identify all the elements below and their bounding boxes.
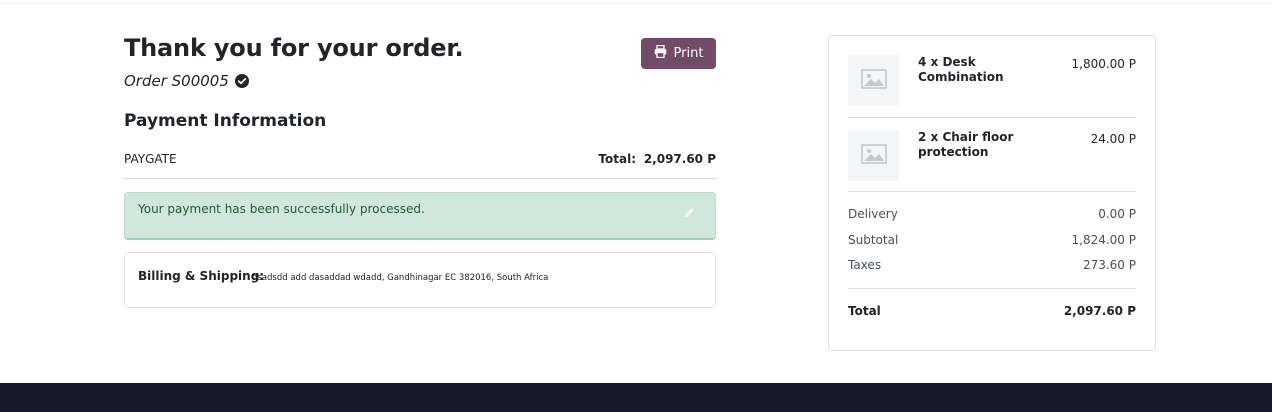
delivery-row: Delivery 0.00 P [848,207,1136,223]
product-thumbnail [848,130,899,181]
delivery-value: 0.00 P [1098,207,1136,221]
payment-success-message: Your payment has been successfully proce… [138,202,425,216]
delivery-label: Delivery [848,207,898,221]
subtotal-label: Subtotal [848,233,899,247]
taxes-value: 273.60 P [1082,258,1136,272]
billing-shipping-label: Billing & Shipping: [138,269,265,283]
taxes-label: Taxes [848,258,882,272]
pencil-icon[interactable] [684,203,695,217]
image-placeholder-icon [860,143,887,169]
payment-section-title: Payment Information [124,111,327,131]
payment-row: PAYGATE Total: 2,097.60 P [124,142,716,179]
footer [0,383,1272,412]
total-label: Total [848,304,881,318]
order-line-item: 4 x Desk Combination 1,800.00 P [848,55,1136,111]
taxes-row: Taxes 273.60 P [848,258,1136,274]
divider [848,191,1136,192]
subtotal-row: Subtotal 1,824.00 P [848,233,1136,249]
order-confirmation-panel: Thank you for your order. Order S00005 P… [124,0,716,383]
billing-shipping-address: dsadsdd add dasaddad wdadd, Gandhinagar … [252,273,549,283]
total-row: Total 2,097.60 P [848,304,1136,320]
page-title: Thank you for your order. [124,34,464,62]
order-number: Order S00005 [124,72,229,90]
payment-total-label: Total: [598,152,636,166]
divider [848,288,1136,289]
line-item-name: 2 x Chair floor protection [918,130,1014,159]
total-value: 2,097.60 P [1063,304,1136,318]
line-item-price: 1,800.00 P [1071,57,1137,71]
printer-icon [654,44,667,62]
print-button[interactable]: Print [641,38,716,69]
order-summary-card: 4 x Desk Combination 1,800.00 P 2 x Chai… [828,35,1156,351]
image-placeholder-icon [860,68,887,94]
order-line-item: 2 x Chair floor protection 24.00 P [848,130,1136,186]
payment-total-value: 2,097.60 P [643,152,716,166]
print-button-label: Print [673,46,704,61]
billing-shipping-card: Billing & Shipping: dsadsdd add dasaddad… [124,252,716,308]
check-circle-icon [234,74,249,88]
subtotal-value: 1,824.00 P [1071,233,1137,247]
payment-method: PAYGATE [124,152,177,166]
line-item-name: 4 x Desk Combination [918,55,1004,84]
product-thumbnail [848,55,899,106]
line-item-price: 24.00 P [1090,132,1136,146]
payment-success-alert: Your payment has been successfully proce… [124,192,716,240]
order-reference: Order S00005 [124,72,249,90]
divider [848,117,1136,118]
